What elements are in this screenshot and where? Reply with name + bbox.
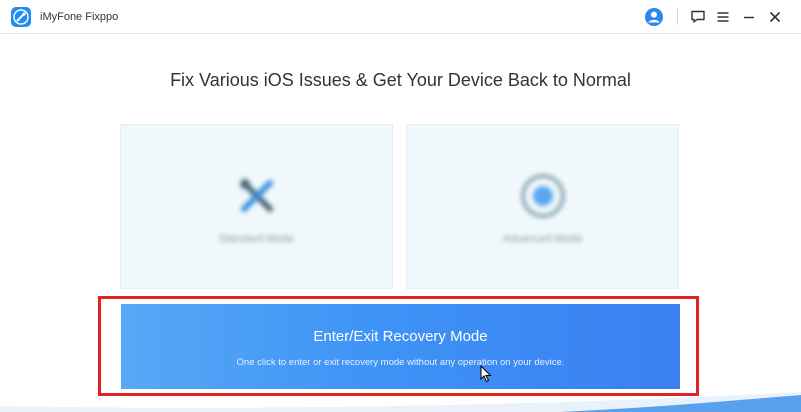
user-account-icon[interactable] bbox=[644, 7, 664, 27]
minimize-icon[interactable] bbox=[739, 7, 759, 27]
advanced-mode-label: Advanced Mode bbox=[502, 233, 583, 245]
bottom-decorative-wave bbox=[0, 392, 801, 412]
red-highlight-box bbox=[98, 296, 699, 396]
standard-mode-card[interactable]: Standard Mode bbox=[120, 124, 393, 289]
title-bar: iMyFone Fixppo bbox=[0, 0, 801, 34]
close-icon[interactable] bbox=[765, 7, 785, 27]
app-logo-icon bbox=[11, 7, 31, 27]
titlebar-divider bbox=[677, 9, 678, 25]
page-headline: Fix Various iOS Issues & Get Your Device… bbox=[170, 70, 631, 90]
advanced-mode-card[interactable]: Advanced Mode bbox=[406, 124, 679, 289]
app-title: iMyFone Fixppo bbox=[40, 11, 119, 23]
gear-circle-icon bbox=[520, 173, 566, 219]
feedback-chat-icon[interactable] bbox=[688, 7, 708, 27]
mouse-pointer-icon bbox=[480, 364, 492, 383]
tools-icon bbox=[234, 173, 280, 219]
standard-mode-label: Standard Mode bbox=[218, 233, 295, 245]
hamburger-menu-icon[interactable] bbox=[713, 7, 733, 27]
